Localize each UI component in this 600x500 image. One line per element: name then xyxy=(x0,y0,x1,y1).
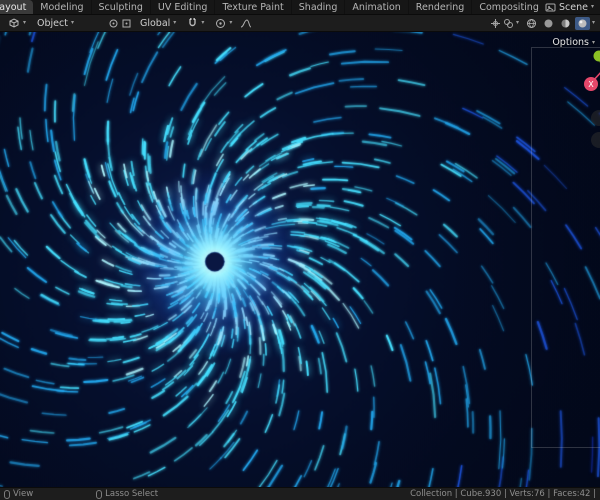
workspace-tab-sculpting[interactable]: Sculpting xyxy=(92,0,151,14)
chevron-down-icon: ▾ xyxy=(229,19,233,26)
transform-orientation-selector[interactable]: Global ▾ xyxy=(137,17,179,30)
workspace-tab-compositing[interactable]: Compositing xyxy=(472,0,539,14)
chevron-down-icon: ▾ xyxy=(590,3,594,10)
viewport-canvas[interactable] xyxy=(0,32,600,487)
solid-sphere-icon xyxy=(544,19,553,27)
show-gizmo-icon[interactable] xyxy=(490,18,501,29)
gizmo-axis-x-label: X xyxy=(588,80,594,89)
scene-selector[interactable]: Scene ▾ xyxy=(539,0,600,14)
shading-material-button[interactable] xyxy=(558,17,573,30)
workspace-tabs: LayoutModelingSculptingUV EditingTexture… xyxy=(0,0,539,14)
zoom-tool-button[interactable] xyxy=(591,110,600,126)
viewport-header: ▾ Object ▾ Global ▾ ▾ ▾ ▾ ▾ xyxy=(0,15,600,32)
editor-type-button[interactable]: ▾ xyxy=(5,16,29,30)
workspace-tab-texture-paint[interactable]: Texture Paint xyxy=(215,0,292,14)
navigation-gizmo[interactable]: X xyxy=(557,44,600,104)
chevron-down-icon: ▾ xyxy=(515,19,519,26)
mouse-icon xyxy=(96,489,103,499)
hint-view-label: View xyxy=(13,489,34,499)
viewport-3d: Options ▾ X xyxy=(0,32,600,487)
falloff-curve-icon[interactable] xyxy=(240,18,252,29)
scene-icon xyxy=(545,3,556,11)
chevron-down-icon: ▾ xyxy=(591,19,595,26)
viewport-editor-icon xyxy=(9,18,19,28)
mode-selector[interactable]: Object ▾ xyxy=(34,17,77,30)
orientation-label: Global xyxy=(139,17,171,29)
hint-lasso-select: Lasso Select xyxy=(96,489,158,499)
chevron-down-icon: ▾ xyxy=(70,19,74,26)
workspace-tab-layout[interactable]: Layout xyxy=(0,0,34,14)
proportional-editing-toggle[interactable]: ▾ xyxy=(212,17,235,30)
pivot-point-icon[interactable] xyxy=(121,18,132,29)
shading-rendered-button[interactable] xyxy=(574,16,590,30)
shading-solid-button[interactable] xyxy=(541,17,556,30)
mouse-icon xyxy=(4,489,10,499)
chevron-down-icon: ▾ xyxy=(23,19,27,26)
topbar: LayoutModelingSculptingUV EditingTexture… xyxy=(0,0,600,15)
workspace-tab-animation[interactable]: Animation xyxy=(345,0,409,14)
chevron-down-icon: ▾ xyxy=(173,19,177,26)
shading-wireframe-button[interactable] xyxy=(524,17,539,30)
scene-label: Scene xyxy=(559,1,588,13)
hint-lasso-label: Lasso Select xyxy=(105,489,159,499)
shading-mode-group: ▾ xyxy=(524,16,595,30)
scene-statistics: Collection | Cube.930 | Verts:76 | Faces… xyxy=(410,489,596,499)
workspace-tab-rendering[interactable]: Rendering xyxy=(409,0,473,14)
hint-view: View xyxy=(4,489,33,499)
snap-toggle[interactable]: ▾ xyxy=(184,17,207,30)
pan-tool-button[interactable] xyxy=(591,132,600,148)
magnet-icon xyxy=(189,17,197,26)
statusbar: View Lasso Select Collection | Cube.930 … xyxy=(0,487,600,500)
gizmo-axis-y-ball[interactable] xyxy=(593,50,600,62)
workspace-tab-uv-editing[interactable]: UV Editing xyxy=(151,0,216,14)
rendered-sphere-icon xyxy=(578,19,587,27)
view-menu-icon[interactable] xyxy=(108,18,119,29)
workspace-tab-shading[interactable]: Shading xyxy=(292,0,346,14)
wireframe-sphere-icon xyxy=(526,18,536,28)
chevron-down-icon: ▾ xyxy=(201,19,205,26)
overlays-icon[interactable] xyxy=(503,18,514,29)
mode-label: Object xyxy=(37,17,68,29)
proportional-circle-icon xyxy=(216,18,226,28)
workspace-tab-modeling[interactable]: Modeling xyxy=(33,0,92,14)
material-sphere-icon xyxy=(561,19,570,27)
